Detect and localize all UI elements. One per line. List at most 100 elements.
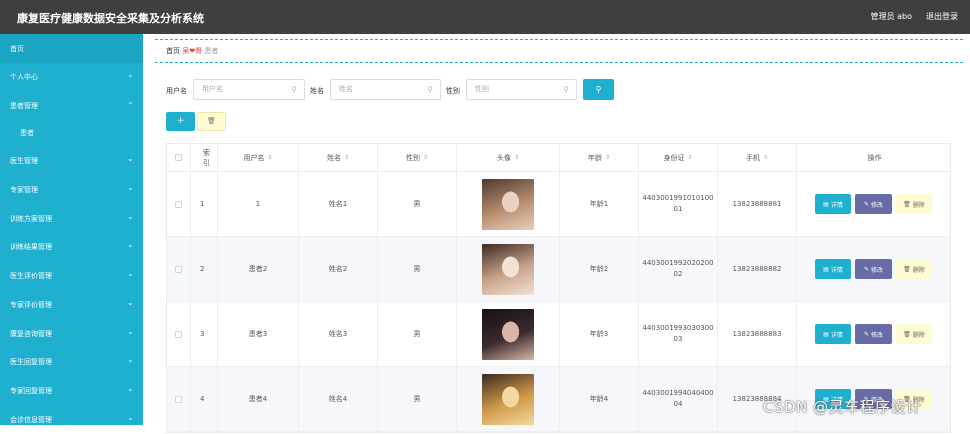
- sidebar-item-patient[interactable]: 患者: [0, 118, 143, 147]
- sidebar-item-label: 训练方案管理: [10, 215, 52, 223]
- sidebar-item-profile[interactable]: 个人中心 ⌄: [0, 62, 143, 91]
- sidebar: 首页 个人中心 ⌄ 患者管理 ⌃ 患者 医生管理 ⌄ 专家管理 ⌄ 训练方案管理 ⌄ 训练…: [0, 34, 143, 425]
- table-row: 3 患者3 姓名3 男 年龄3 4403001993030300 03 13823888883…: [167, 302, 950, 367]
- username-search-input[interactable]: 用户名 ⚲: [193, 79, 305, 100]
- cell-name: 姓名3: [299, 302, 378, 366]
- cell-phone: 13823888883: [718, 302, 797, 366]
- sidebar-item-doctor-mgmt[interactable]: 医生管理 ⌄: [0, 146, 143, 175]
- col-gender[interactable]: 性别 ⇕: [378, 144, 457, 171]
- chevron-down-icon: ⌄: [127, 413, 134, 422]
- cell-avatar: [457, 172, 560, 236]
- row-checkbox[interactable]: [167, 237, 191, 301]
- sort-icon: ⇕: [687, 154, 693, 161]
- breadcrumb-home[interactable]: 首页: [166, 47, 180, 55]
- col-phone[interactable]: 手机 ⇕: [718, 144, 797, 171]
- top-right-area: 管理员 abo 退出登录: [871, 11, 958, 22]
- username-label: 用户名: [166, 87, 187, 95]
- document-icon: ▤: [823, 330, 829, 338]
- cell-gender: 男: [378, 172, 457, 236]
- table-row: 2 患者2 姓名2 男 年龄2 4403001992020200 02 13823888882…: [167, 237, 950, 302]
- cell-index: 2: [191, 237, 218, 301]
- sidebar-item-expert-mgmt[interactable]: 专家管理 ⌄: [0, 175, 143, 204]
- sort-icon: ⇕: [513, 154, 520, 161]
- sort-icon: ⇕: [343, 154, 350, 161]
- cell-index: 3: [191, 302, 218, 366]
- sort-icon: ⇕: [604, 154, 611, 161]
- sidebar-item-home[interactable]: 首页: [0, 34, 143, 63]
- patient-table: 索引 用户名 ⇕ 姓名 ⇕ 性别 ⇕ 头像 ⇕ 年龄 ⇕ 身份证 ⇕ 手机 ⇕ 操作 1 1 姓名…: [166, 143, 951, 433]
- sidebar-item-consultation-info[interactable]: 会诊信息管理 ⌄: [0, 405, 143, 434]
- cell-phone: 13823888882: [718, 237, 797, 301]
- avatar: [482, 243, 534, 295]
- sort-icon: ⇕: [422, 154, 429, 161]
- sidebar-item-patient-mgmt[interactable]: 患者管理 ⌃: [0, 91, 143, 120]
- plus-icon: +: [176, 116, 185, 126]
- sidebar-item-expert-review[interactable]: 专家评价管理 ⌄: [0, 290, 143, 319]
- edit-button[interactable]: ✎ 修改: [855, 259, 892, 279]
- delete-button[interactable]: 🗑 删除: [896, 259, 932, 279]
- chevron-down-icon: ⌄: [127, 269, 134, 278]
- sidebar-item-expert-reply[interactable]: 专家回复管理 ⌄: [0, 376, 143, 405]
- delete-button[interactable]: 🗑 删除: [896, 324, 932, 344]
- cell-gender: 男: [378, 237, 457, 301]
- sidebar-item-label: 训练结果管理: [10, 243, 52, 251]
- avatar: [482, 178, 534, 230]
- avatar: [482, 373, 534, 425]
- batch-delete-button[interactable]: 🗑: [197, 112, 226, 131]
- app-title: 康复医疗健康数据安全采集及分析系统: [17, 12, 204, 25]
- breadcrumb-current: 患者: [204, 47, 219, 55]
- logout-link[interactable]: 退出登录: [926, 11, 958, 22]
- chevron-down-icon: ⌄: [127, 183, 134, 192]
- chevron-down-icon: ⌄: [127, 240, 134, 249]
- sidebar-item-label: 医生回复管理: [10, 358, 52, 366]
- search-icon: ⚲: [427, 85, 433, 94]
- edit-button[interactable]: ✎ 修改: [855, 194, 892, 214]
- select-all-checkbox[interactable]: [167, 144, 191, 171]
- cell-avatar: [457, 302, 560, 366]
- sidebar-item-label: 康复咨询管理: [10, 330, 52, 338]
- breadcrumb-separator: 吴❤骨: [182, 47, 203, 55]
- sidebar-item-label: 医生评价管理: [10, 272, 52, 280]
- sidebar-item-consult[interactable]: 康复咨询管理 ⌄: [0, 319, 143, 348]
- detail-button[interactable]: ▤ 详情: [815, 259, 851, 279]
- col-username[interactable]: 用户名 ⇕: [218, 144, 299, 171]
- name-search-input[interactable]: 姓名 ⚲: [330, 79, 441, 100]
- cell-username: 1: [218, 172, 299, 236]
- detail-button[interactable]: ▤ 详情: [815, 194, 851, 214]
- gender-search-input[interactable]: 性别 ⚲: [466, 79, 577, 100]
- col-idcard[interactable]: 身份证 ⇕: [639, 144, 718, 171]
- sidebar-item-label: 医生管理: [10, 157, 38, 165]
- breadcrumb: 首页 吴❤骨 患者: [166, 46, 218, 56]
- detail-button[interactable]: ▤ 详情: [815, 324, 851, 344]
- col-age[interactable]: 年龄 ⇕: [560, 144, 639, 171]
- cell-username: 患者2: [218, 237, 299, 301]
- table-header: 索引 用户名 ⇕ 姓名 ⇕ 性别 ⇕ 头像 ⇕ 年龄 ⇕ 身份证 ⇕ 手机 ⇕ 操作: [167, 144, 950, 172]
- table-row: 1 1 姓名1 男年龄1 4403001991010100 01 13823888881 ▤ 详…: [167, 172, 950, 237]
- col-name[interactable]: 姓名 ⇕: [299, 144, 378, 171]
- row-checkbox[interactable]: [167, 367, 191, 431]
- row-checkbox[interactable]: [167, 172, 191, 236]
- edit-button[interactable]: ✎ 修改: [855, 324, 892, 344]
- cell-name: 姓名1: [299, 172, 378, 236]
- sort-icon: ⇕: [762, 154, 769, 161]
- add-button[interactable]: +: [166, 112, 195, 131]
- row-checkbox[interactable]: [167, 302, 191, 366]
- edit-icon: ✎: [863, 200, 869, 208]
- search-button[interactable]: ⚲: [583, 79, 614, 100]
- sidebar-item-doctor-review[interactable]: 医生评价管理 ⌄: [0, 261, 143, 290]
- chevron-down-icon: ⌄: [127, 154, 134, 163]
- cell-actions: ▤ 详情 ✎ 修改 🗑 删除: [797, 172, 950, 236]
- cell-name: 姓名2: [299, 237, 378, 301]
- col-avatar[interactable]: 头像 ⇕: [457, 144, 560, 171]
- sidebar-item-training-plan[interactable]: 训练方案管理 ⌄: [0, 204, 143, 233]
- current-user: 管理员 abo: [870, 12, 912, 21]
- document-icon: ▤: [823, 265, 829, 273]
- col-index: 索引: [191, 144, 218, 171]
- sidebar-item-training-result[interactable]: 训练结果管理 ⌄: [0, 232, 143, 261]
- sidebar-item-doctor-reply[interactable]: 医生回复管理 ⌄: [0, 347, 143, 376]
- trash-icon: 🗑: [903, 200, 911, 208]
- cell-avatar: [457, 237, 560, 301]
- cell-gender: 男: [378, 367, 457, 431]
- delete-button[interactable]: 🗑 删除: [896, 194, 932, 214]
- chevron-down-icon: ⌄: [127, 298, 134, 307]
